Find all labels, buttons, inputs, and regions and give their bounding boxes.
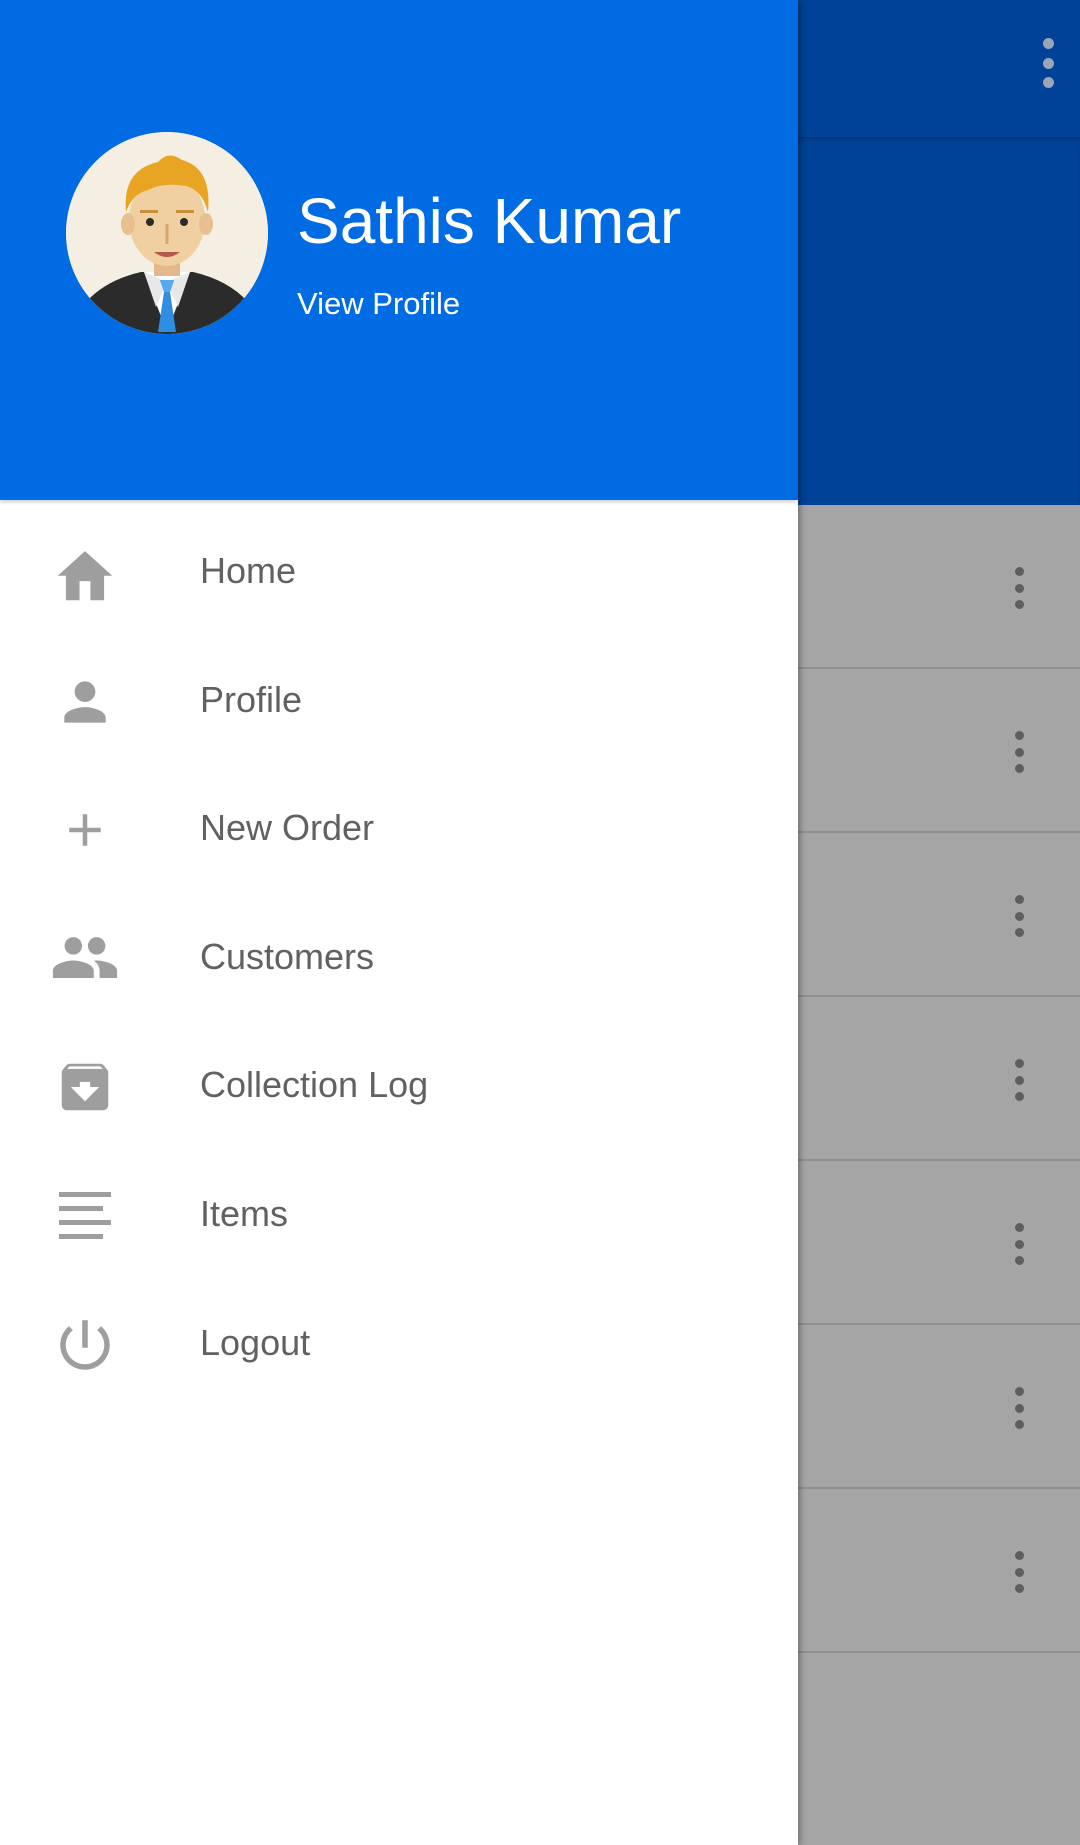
menu-item-home[interactable]: Home bbox=[0, 506, 798, 635]
overflow-menu-icon[interactable] bbox=[1013, 567, 1025, 609]
menu-item-customers[interactable]: Customers bbox=[0, 892, 798, 1021]
overflow-menu-icon[interactable] bbox=[1013, 895, 1025, 937]
menu-item-label: Customers bbox=[200, 935, 375, 977]
menu-item-logout[interactable]: Logout bbox=[0, 1278, 798, 1407]
menu-item-collection-log[interactable]: Collection Log bbox=[0, 1020, 798, 1149]
home-icon bbox=[50, 538, 120, 608]
businessman-avatar-icon bbox=[66, 132, 268, 334]
avatar[interactable] bbox=[66, 132, 268, 334]
overflow-menu-icon[interactable] bbox=[1013, 731, 1025, 773]
navigation-drawer: Sathis Kumar View Profile Home Profile N… bbox=[0, 0, 798, 1845]
menu-item-new-order[interactable]: New Order bbox=[0, 763, 798, 892]
user-name: Sathis Kumar bbox=[297, 185, 682, 257]
archive-icon bbox=[50, 1052, 120, 1122]
drawer-menu: Home Profile New Order Customers Collect… bbox=[0, 506, 798, 1406]
menu-item-label: Home bbox=[200, 550, 297, 591]
overflow-menu-icon[interactable] bbox=[1013, 1551, 1025, 1593]
menu-item-label: Logout bbox=[200, 1321, 311, 1363]
menu-item-label: New Order bbox=[200, 807, 375, 849]
power-icon bbox=[50, 1310, 120, 1380]
overflow-menu-icon[interactable] bbox=[1013, 1387, 1025, 1429]
plus-icon bbox=[50, 795, 120, 865]
menu-item-items[interactable]: Items bbox=[0, 1149, 798, 1278]
view-profile-link[interactable]: View Profile bbox=[297, 286, 460, 322]
menu-item-label: Profile bbox=[200, 678, 303, 720]
overflow-menu-icon[interactable] bbox=[1038, 38, 1058, 88]
menu-item-profile[interactable]: Profile bbox=[0, 635, 798, 764]
overflow-menu-icon[interactable] bbox=[1013, 1059, 1025, 1101]
overflow-menu-icon[interactable] bbox=[1013, 1223, 1025, 1265]
drawer-header: Sathis Kumar View Profile bbox=[0, 0, 798, 500]
menu-item-label: Collection Log bbox=[200, 1064, 429, 1106]
app-screen: Sathis Kumar View Profile Home Profile N… bbox=[0, 0, 1080, 1845]
list-lines-icon bbox=[50, 1181, 120, 1251]
person-icon bbox=[50, 667, 120, 737]
group-icon bbox=[50, 924, 120, 994]
menu-item-label: Items bbox=[200, 1192, 289, 1234]
